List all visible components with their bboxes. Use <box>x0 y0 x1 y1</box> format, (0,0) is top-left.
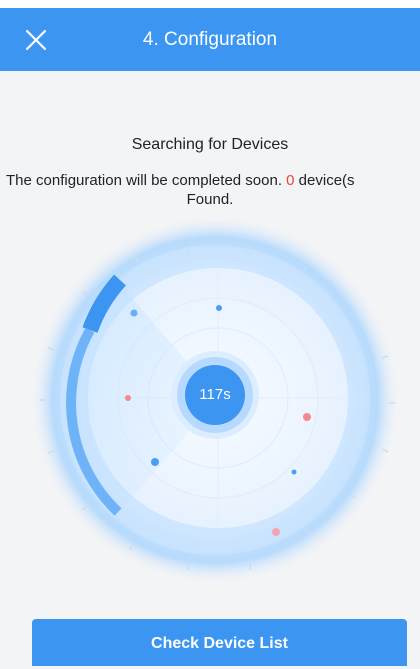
close-icon <box>25 29 47 51</box>
radar-dot <box>125 395 131 401</box>
radar-dot <box>130 309 138 317</box>
radar-dot <box>303 413 311 421</box>
desc-text-after: device(s <box>294 172 355 189</box>
countdown-timer: 117s <box>199 386 231 403</box>
radar-dot <box>151 458 159 466</box>
app-header: 4. Configuration <box>0 8 420 71</box>
radar-dot <box>272 528 280 536</box>
desc-text-before: The configuration will be completed soon… <box>6 172 287 189</box>
check-device-list-button[interactable]: Check Device List <box>32 619 407 666</box>
desc-found: Found. <box>186 191 234 208</box>
status-bar <box>0 0 420 8</box>
page-title: 4. Configuration <box>142 29 278 50</box>
radar-dot <box>216 305 222 311</box>
search-title: Searching for Devices <box>131 136 289 153</box>
device-count: 0 <box>286 172 295 189</box>
radar-dot <box>291 469 297 475</box>
close-button[interactable] <box>22 26 50 54</box>
